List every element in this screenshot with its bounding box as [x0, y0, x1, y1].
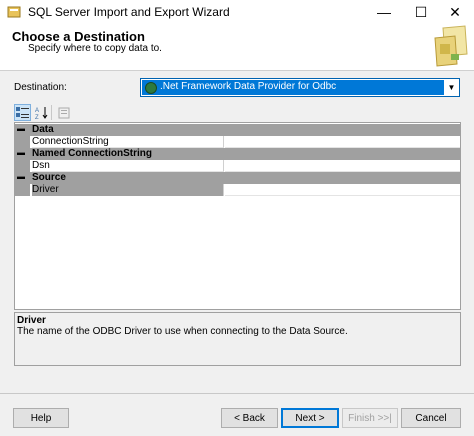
property-name-text: Driver [32, 184, 59, 195]
wizard-graphic-icon [425, 24, 471, 73]
row-margin [15, 136, 30, 148]
next-button[interactable]: Next > [281, 408, 339, 428]
odbc-provider-icon [145, 82, 157, 94]
destination-selected-highlight: .Net Framework Data Provider for Odbc [142, 80, 444, 95]
description-text: The name of the ODBC Driver to use when … [17, 326, 348, 337]
category-source[interactable]: ▬ Source [15, 172, 460, 184]
property-name[interactable]: Dsn [32, 160, 224, 172]
property-name[interactable]: Driver [32, 184, 224, 196]
property-value[interactable] [225, 160, 460, 172]
property-value[interactable] [225, 136, 460, 148]
row-margin [15, 184, 30, 196]
finish-button[interactable]: Finish >>| [342, 408, 398, 428]
app-icon [7, 5, 21, 19]
destination-select[interactable]: .Net Framework Data Provider for Odbc ▼ [140, 78, 460, 97]
page-title: Choose a Destination [12, 29, 145, 44]
close-button[interactable]: ✕ [432, 0, 474, 24]
property-name[interactable]: ConnectionString [32, 136, 224, 148]
destination-label: Destination: [14, 82, 67, 93]
property-row-driver[interactable]: Driver [15, 184, 460, 196]
category-label: Named ConnectionString [32, 148, 153, 159]
wizard-header: Choose a Destination Specify where to co… [0, 24, 474, 71]
property-value[interactable] [225, 184, 460, 196]
back-button[interactable]: < Back [221, 408, 278, 428]
description-title: Driver [17, 315, 46, 326]
description-panel: Driver The name of the ODBC Driver to us… [14, 312, 461, 366]
category-label: Source [32, 172, 66, 183]
row-margin [15, 160, 30, 172]
property-row-dsn[interactable]: Dsn [15, 160, 460, 172]
cancel-button[interactable]: Cancel [401, 408, 461, 428]
property-name-text: ConnectionString [32, 136, 109, 147]
bottom-divider [0, 393, 474, 394]
destination-value: .Net Framework Data Provider for Odbc [160, 81, 337, 92]
categorized-icon[interactable] [14, 104, 31, 121]
category-label: Data [32, 124, 54, 135]
toolbar-separator [51, 105, 52, 120]
property-grid[interactable]: ▬ Data ConnectionString ▬ Named Connecti… [14, 122, 461, 310]
svg-text:Z: Z [35, 115, 39, 119]
alphabetical-icon[interactable]: A Z [33, 104, 50, 121]
collapse-icon[interactable]: ▬ [17, 124, 25, 133]
property-row-connectionstring[interactable]: ConnectionString [15, 136, 460, 148]
window-title: SQL Server Import and Export Wizard [28, 5, 230, 19]
category-named-connectionstring[interactable]: ▬ Named ConnectionString [15, 148, 460, 160]
property-pages-icon[interactable] [55, 104, 72, 121]
help-button[interactable]: Help [13, 408, 69, 428]
category-data[interactable]: ▬ Data [15, 124, 460, 136]
svg-text:A: A [35, 108, 39, 114]
collapse-icon[interactable]: ▬ [17, 148, 25, 157]
page-subtitle: Specify where to copy data to. [28, 43, 162, 54]
collapse-icon[interactable]: ▬ [17, 172, 25, 181]
property-name-text: Dsn [32, 160, 50, 171]
chevron-down-icon[interactable]: ▼ [444, 79, 459, 96]
